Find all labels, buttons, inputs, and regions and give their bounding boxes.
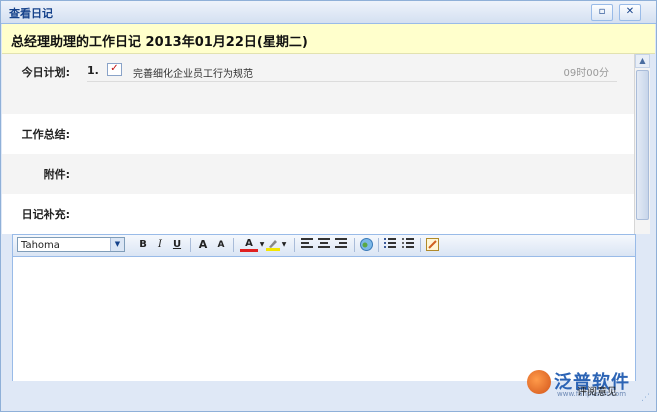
scroll-up-icon[interactable]: ▲ — [635, 54, 650, 68]
page-title: 总经理助理的工作日记 2013年01月22日(星期二) — [11, 35, 308, 50]
font-color-button[interactable]: A — [240, 238, 258, 252]
plan-item: 1. ✓ 完善细化企业员工行为规范 09时00分 — [87, 63, 617, 82]
align-center-icon[interactable] — [317, 238, 331, 252]
toolbar-divider — [354, 238, 355, 252]
diary-heading: 总经理助理的工作日记 2013年01月22日(星期二) — [2, 24, 655, 54]
font-select-value: Tahoma — [21, 240, 60, 251]
shrink-font-button[interactable]: A — [214, 238, 228, 252]
plan-item-number: 1. — [87, 64, 99, 77]
summary-row: 工作总结: — [2, 114, 634, 154]
supplement-label: 日记补充: — [21, 208, 70, 221]
rich-text-editor: Tahoma ▼ B I U A A A ▼ ▼ — [12, 234, 636, 382]
toolbar-divider — [420, 238, 421, 252]
editor-toolbar: Tahoma ▼ B I U A A A ▼ ▼ — [13, 235, 635, 257]
window-title: 查看日记 — [9, 7, 53, 20]
font-select[interactable]: Tahoma ▼ — [17, 237, 125, 252]
grow-font-button[interactable]: A — [196, 238, 210, 252]
align-right-icon[interactable] — [334, 238, 348, 252]
italic-button[interactable]: I — [154, 238, 166, 252]
diary-window: 查看日记 ▫ ✕ 总经理助理的工作日记 2013年01月22日(星期二) 今日计… — [0, 0, 657, 412]
unordered-list-icon[interactable] — [401, 238, 415, 252]
edit-source-icon[interactable] — [425, 238, 439, 252]
attachment-row: 附件: — [2, 154, 634, 194]
insert-link-icon[interactable] — [359, 238, 373, 252]
comment-button[interactable]: 评阅意见 — [577, 386, 617, 400]
plan-row: 今日计划: 1. ✓ 完善细化企业员工行为规范 09时00分 — [2, 54, 634, 114]
attachment-label: 附件: — [43, 168, 70, 181]
supplement-row: 日记补充: — [2, 194, 634, 234]
ordered-list-icon[interactable] — [383, 238, 397, 252]
toolbar-divider — [233, 238, 234, 252]
plan-item-checkbox[interactable]: ✓ — [107, 63, 122, 76]
plan-item-time: 09时00分 — [563, 68, 609, 79]
toolbar-divider — [190, 238, 191, 252]
restore-button[interactable]: ▫ — [591, 4, 613, 21]
align-left-icon[interactable] — [300, 238, 314, 252]
toolbar-divider — [294, 238, 295, 252]
close-button[interactable]: ✕ — [619, 4, 641, 21]
content-scrollbar[interactable]: ▲ — [634, 54, 650, 234]
toolbar-divider — [378, 238, 379, 252]
highlight-icon[interactable] — [265, 238, 281, 252]
resize-grip-icon[interactable]: ⋰ — [641, 393, 651, 403]
bold-button[interactable]: B — [137, 238, 149, 252]
restore-icon: ▫ — [598, 6, 606, 17]
logo-mark-icon — [527, 370, 551, 394]
summary-label: 工作总结: — [21, 128, 70, 141]
scrollbar-thumb[interactable] — [636, 70, 649, 220]
diary-content: 今日计划: 1. ✓ 完善细化企业员工行为规范 09时00分 工作总结: 附件:… — [2, 54, 634, 234]
plan-label: 今日计划: — [21, 66, 70, 79]
highlight-dropdown-icon[interactable]: ▼ — [281, 238, 287, 252]
plan-item-text: 完善细化企业员工行为规范 — [133, 69, 253, 80]
title-bar[interactable]: 查看日记 ▫ ✕ — [1, 1, 656, 24]
editor-body[interactable] — [13, 257, 635, 381]
chevron-down-icon[interactable]: ▼ — [110, 238, 124, 251]
close-icon: ✕ — [625, 6, 635, 17]
underline-button[interactable]: U — [171, 238, 183, 252]
